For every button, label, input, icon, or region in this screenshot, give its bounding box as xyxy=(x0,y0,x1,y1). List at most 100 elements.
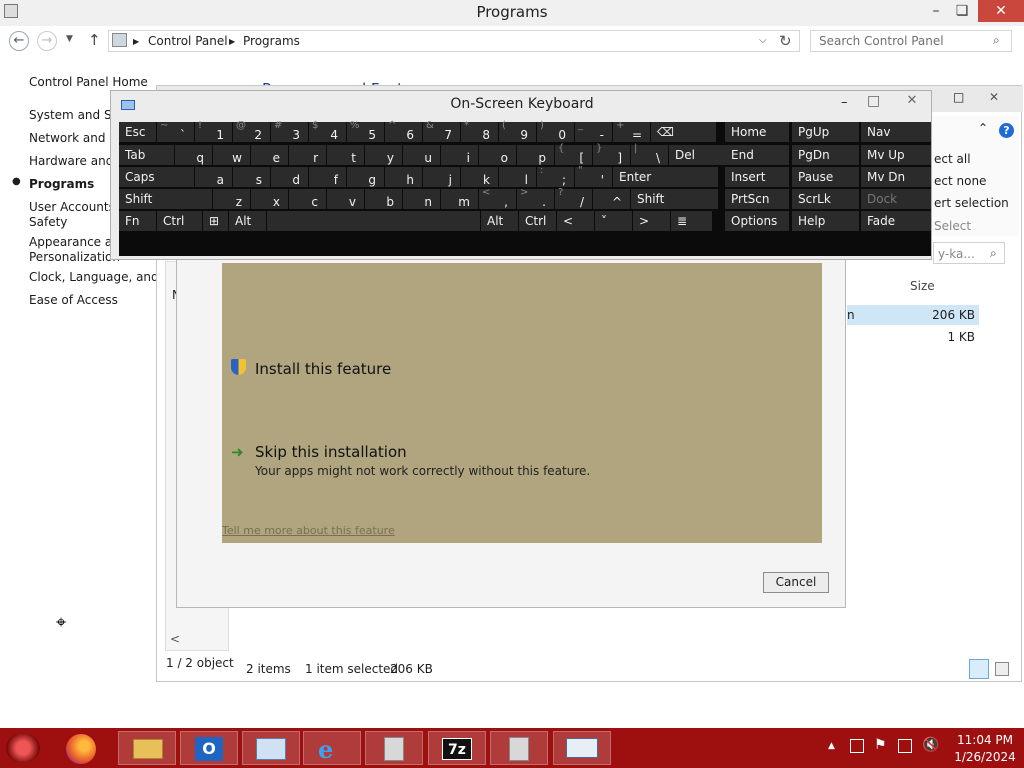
invert-selection-item[interactable]: ert selection xyxy=(934,196,1009,210)
key-r2-1[interactable]: q xyxy=(175,145,212,165)
nav-key-pgdn[interactable]: PgDn xyxy=(792,145,859,165)
key-r5-7[interactable]: < xyxy=(557,211,594,231)
key-r4-10[interactable]: ? / xyxy=(555,187,592,209)
action-center-flag-icon[interactable]: ⚑ xyxy=(874,737,887,753)
key-backspace[interactable]: ⌫ xyxy=(651,122,716,142)
maximize-button[interactable]: ❏ xyxy=(948,0,976,22)
key-r5-8[interactable]: ˅ xyxy=(595,211,632,231)
key-r5-6[interactable]: Ctrl xyxy=(519,211,556,231)
cancel-button[interactable]: Cancel xyxy=(763,572,829,593)
key-r5-5[interactable]: Alt xyxy=(481,211,518,231)
search-input[interactable]: Search Control Panel ⌕ xyxy=(810,30,1012,52)
nav-key-mv-dn[interactable]: Mv Dn xyxy=(861,167,931,187)
network-status-icon[interactable] xyxy=(898,739,912,753)
installer-icon[interactable] xyxy=(365,731,423,765)
nav-key-fade[interactable]: Fade xyxy=(861,211,931,231)
nav-key-pause[interactable]: Pause xyxy=(792,167,859,187)
back-button[interactable]: ← xyxy=(9,31,29,51)
key-r5-0[interactable]: Fn xyxy=(119,211,156,231)
background-maximize-icon[interactable]: □ xyxy=(953,90,964,104)
key-r4-4[interactable]: v xyxy=(327,189,364,209)
select-none-item[interactable]: ect none xyxy=(934,174,986,188)
key-r2-4[interactable]: r xyxy=(289,145,326,165)
sidebar-item-appearance-line2[interactable]: Personalization xyxy=(29,250,120,264)
key-r4-12[interactable]: Shift xyxy=(631,189,718,209)
sidebar-item-user-accounts-line2[interactable]: Safety xyxy=(29,215,67,229)
key-r5-1[interactable]: Ctrl xyxy=(157,211,202,231)
key-r3-12[interactable]: Enter xyxy=(613,167,718,187)
forward-button[interactable]: → xyxy=(37,31,57,51)
key-r1-3[interactable]: @2 xyxy=(233,120,270,142)
breadcrumb-control-panel[interactable]: Control Panel xyxy=(148,34,228,48)
key-r1-2[interactable]: ! 1 xyxy=(195,120,232,142)
tell-me-more-link[interactable]: Tell me more about this feature xyxy=(222,524,395,537)
key-r2-10[interactable]: p xyxy=(517,145,554,165)
address-bar[interactable]: ▶ Control Panel ▶ Programs ⌵ ↻ xyxy=(108,30,800,52)
key-r1-1[interactable]: ~ ` xyxy=(157,120,194,142)
installer-icon-2[interactable] xyxy=(490,731,548,765)
key-r4-9[interactable]: >. xyxy=(517,187,554,209)
collapse-ribbon-icon[interactable]: ⌃ xyxy=(978,121,988,135)
size-column-header[interactable]: Size xyxy=(910,279,935,293)
sidebar-item-control-panel-home[interactable]: Control Panel Home xyxy=(29,75,148,89)
address-dropdown-chevron-icon[interactable]: ⌵ xyxy=(759,35,767,46)
on-screen-keyboard-taskbar-icon[interactable] xyxy=(553,731,611,765)
key-r2-12[interactable]: }] xyxy=(593,143,630,165)
nav-key-prtscn[interactable]: PrtScn xyxy=(725,189,789,209)
osk-close-button[interactable]: ✕ xyxy=(893,93,931,113)
help-icon[interactable]: ? xyxy=(999,123,1014,138)
nav-key-help[interactable]: Help xyxy=(792,211,859,231)
key-r1-8[interactable]: & 7 xyxy=(423,120,460,142)
up-button[interactable]: ↑ xyxy=(88,31,101,49)
key-r3-5[interactable]: g xyxy=(347,167,384,187)
key-r3-2[interactable]: s xyxy=(233,167,270,187)
key-r1-13[interactable]: + = xyxy=(613,120,650,142)
key-r5-2[interactable]: ⊞ xyxy=(203,211,228,231)
key-r2-0[interactable]: Tab xyxy=(119,145,174,165)
key-r1-5[interactable]: $4 xyxy=(309,120,346,142)
sidebar-item-network[interactable]: Network and In xyxy=(29,131,120,145)
key-r4-0[interactable]: Shift xyxy=(119,189,212,209)
key-r3-3[interactable]: d xyxy=(271,167,308,187)
nav-key-mv-up[interactable]: Mv Up xyxy=(861,145,931,165)
nav-key-options[interactable]: Options xyxy=(725,211,789,231)
key-r2-6[interactable]: y xyxy=(365,145,402,165)
file-explorer-icon[interactable] xyxy=(118,731,176,765)
nav-key-end[interactable]: End xyxy=(725,145,789,165)
file-row-2[interactable]: 1 KB xyxy=(847,327,979,347)
key-r2-13[interactable]: | \ xyxy=(631,143,668,165)
recent-pages-chevron-icon[interactable]: ▼ xyxy=(66,34,73,44)
key-r1-10[interactable]: (9 xyxy=(499,120,536,142)
key-r2-2[interactable]: w xyxy=(213,145,250,165)
nav-key-home[interactable]: Home xyxy=(725,122,789,142)
key-r2-5[interactable]: t xyxy=(327,145,364,165)
internet-explorer-icon[interactable]: e xyxy=(303,731,361,765)
minimize-button[interactable]: – xyxy=(922,0,950,22)
key-r3-7[interactable]: j xyxy=(423,167,460,187)
key-r4-2[interactable]: x xyxy=(251,189,288,209)
file-row-1[interactable]: n 206 KB xyxy=(847,305,979,325)
key-r2-7[interactable]: u xyxy=(403,145,440,165)
background-close-icon[interactable]: ✕ xyxy=(989,90,999,104)
key-r5-4[interactable] xyxy=(267,211,480,231)
key-r4-3[interactable]: c xyxy=(289,189,326,209)
right-search-box[interactable]: y-ka... ⌕ xyxy=(933,242,1005,264)
nav-key-nav[interactable]: Nav xyxy=(861,122,931,142)
key-r2-3[interactable]: e xyxy=(251,145,288,165)
clock-date[interactable]: 1/26/2024 xyxy=(950,750,1020,764)
key-r1-12[interactable]: _ - xyxy=(575,120,612,142)
key-esc[interactable]: Esc xyxy=(119,122,156,142)
key-r1-9[interactable]: * 8 xyxy=(461,120,498,142)
key-r1-6[interactable]: % 5 xyxy=(347,120,384,142)
key-r3-9[interactable]: l xyxy=(499,167,536,187)
show-hidden-icons-icon[interactable]: ▲ xyxy=(828,741,835,751)
key-r3-4[interactable]: f xyxy=(309,167,346,187)
key-r3-0[interactable]: Caps xyxy=(119,167,194,187)
key-r2-11[interactable]: {[ xyxy=(555,143,592,165)
nav-key-dock[interactable]: Dock xyxy=(861,189,931,209)
key-r2-8[interactable]: i xyxy=(441,145,478,165)
key-r1-4[interactable]: #3 xyxy=(271,120,308,142)
7zip-icon[interactable]: 7z xyxy=(428,731,486,765)
key-r3-10[interactable]: :; xyxy=(537,165,574,187)
key-r3-1[interactable]: a xyxy=(195,167,232,187)
